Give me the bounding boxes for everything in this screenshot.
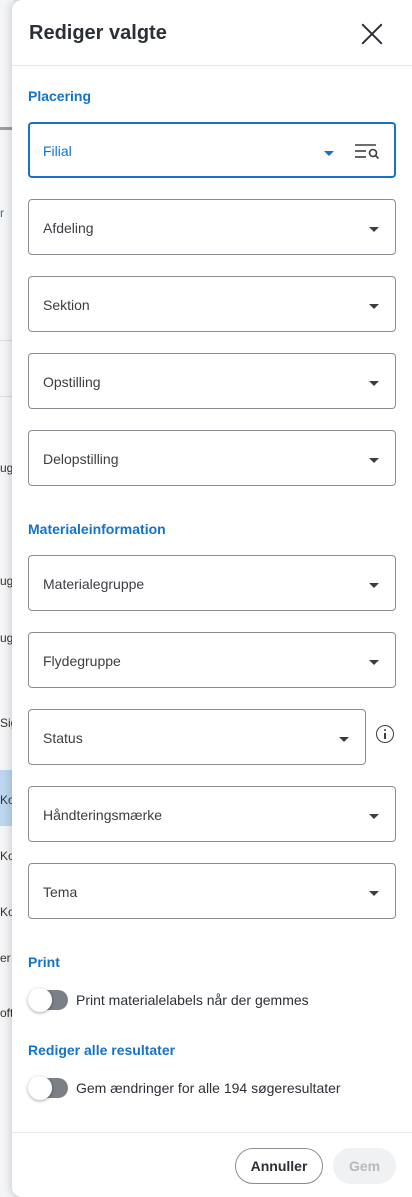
- delopstilling-select[interactable]: Delopstilling: [28, 430, 396, 486]
- chevron-down-icon: [369, 304, 379, 309]
- afdeling-select[interactable]: Afdeling: [28, 199, 396, 255]
- close-icon[interactable]: [360, 22, 384, 46]
- chevron-down-icon: [369, 814, 379, 819]
- tema-select[interactable]: Tema: [28, 863, 396, 919]
- list-search-icon[interactable]: [354, 142, 380, 160]
- panel-header: Rediger valgte: [12, 0, 412, 66]
- flydegruppe-select[interactable]: Flydegruppe: [28, 632, 396, 688]
- materialegruppe-select[interactable]: Materialegruppe: [28, 555, 396, 611]
- section-title-print: Print: [28, 954, 60, 970]
- chevron-down-icon: [369, 660, 379, 665]
- section-title-materialeinformation: Materialeinformation: [28, 521, 166, 537]
- cancel-button[interactable]: Annuller: [235, 1148, 323, 1184]
- delopstilling-label: Delopstilling: [43, 451, 119, 467]
- edit-all-toggle[interactable]: [28, 1076, 68, 1100]
- edit-all-label: Gem ændringer for alle 194 søgeresultate…: [76, 1080, 341, 1096]
- chevron-down-icon: [324, 151, 334, 156]
- sektion-label: Sektion: [43, 297, 90, 313]
- panel-title: Rediger valgte: [29, 22, 167, 44]
- opstilling-label: Opstilling: [43, 374, 101, 390]
- section-title-placering: Placering: [28, 88, 92, 104]
- info-icon[interactable]: [376, 725, 394, 743]
- flydegruppe-label: Flydegruppe: [43, 653, 121, 669]
- sektion-select[interactable]: Sektion: [28, 276, 396, 332]
- chevron-down-icon: [369, 583, 379, 588]
- toggle-knob: [28, 1076, 52, 1100]
- materialegruppe-label: Materialegruppe: [43, 576, 145, 592]
- chevron-down-icon: [369, 381, 379, 386]
- haandteringsmaerke-label: Håndteringsmærke: [43, 807, 163, 823]
- afdeling-label: Afdeling: [43, 220, 94, 236]
- print-labels-toggle[interactable]: [28, 988, 68, 1012]
- toggle-knob: [28, 988, 52, 1012]
- filial-select[interactable]: Filial: [28, 122, 396, 178]
- filial-label: Filial: [43, 143, 72, 159]
- opstilling-select[interactable]: Opstilling: [28, 353, 396, 409]
- section-title-rediger-alle: Rediger alle resultater: [28, 1042, 176, 1058]
- tema-label: Tema: [43, 884, 78, 900]
- chevron-down-icon: [339, 737, 349, 742]
- chevron-down-icon: [369, 891, 379, 896]
- status-label: Status: [43, 730, 83, 746]
- chevron-down-icon: [369, 458, 379, 463]
- save-button[interactable]: Gem: [333, 1148, 396, 1184]
- haandteringsmaerke-select[interactable]: Håndteringsmærke: [28, 786, 396, 842]
- chevron-down-icon: [369, 227, 379, 232]
- status-select[interactable]: Status: [28, 709, 366, 765]
- panel-footer: Annuller Gem: [12, 1132, 412, 1197]
- print-labels-label: Print materialelabels når der gemmes: [76, 992, 309, 1008]
- edit-selected-panel: Rediger valgte Placering Filial Afdeling…: [12, 0, 412, 1197]
